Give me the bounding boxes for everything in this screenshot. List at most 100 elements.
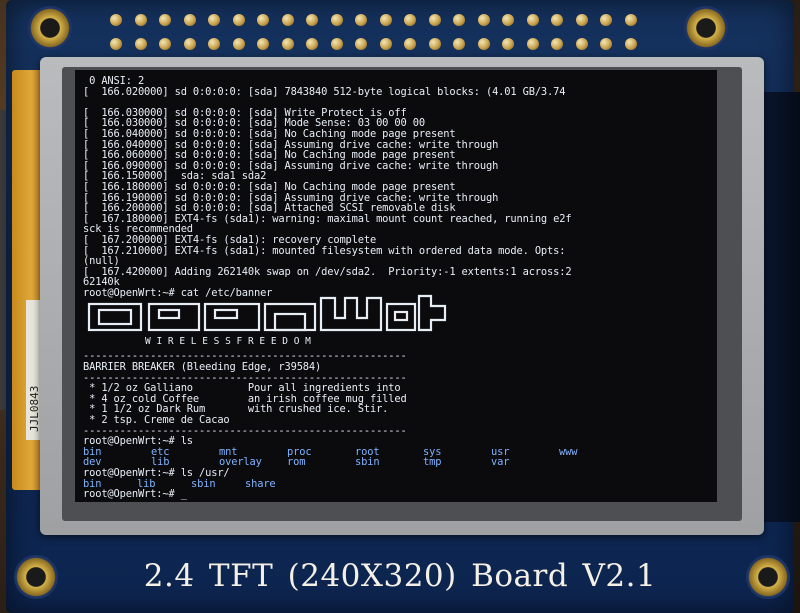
ls-entry: usr (491, 446, 510, 458)
terminal-line: [ 166.030000] sd 0:0:0:0: [sda] Write Pr… (83, 107, 407, 119)
header-pin (232, 14, 245, 26)
header-pin (355, 38, 367, 50)
terminal-line: * 4 oz cold Coffee an irish coffee mug f… (83, 393, 407, 405)
header-pin (379, 38, 392, 50)
header-pin (624, 38, 637, 50)
ls-output-row: bin etc mnt proc root sys usr www (83, 447, 713, 458)
terminal-line: [ 166.060000] sd 0:0:0:0: [sda] No Cachi… (83, 150, 456, 161)
header-pin (379, 14, 392, 26)
header-pin (477, 38, 490, 50)
ls-entry: rom (287, 457, 306, 468)
header-pin (183, 14, 196, 26)
terminal-prompt-active[interactable]: root@OpenWrt:~# _ (83, 489, 713, 500)
header-pin (281, 38, 294, 50)
header-pin (330, 14, 343, 26)
header-pin (600, 38, 612, 50)
ls-entry: dev (83, 457, 102, 468)
ls-entry: overlay (219, 457, 262, 468)
openwrt-banner-logo: W I R E L E S S F R E E D O M (87, 294, 447, 347)
ls-entry: bin (83, 478, 102, 490)
header-pin (477, 14, 490, 26)
header-pin (110, 14, 122, 26)
ls-entry: sys (423, 446, 442, 458)
terminal-line: * 1 1/2 oz Dark Rum with crushed ice. St… (83, 404, 389, 415)
header-pin (428, 14, 441, 26)
terminal-line: [ 166.180000] sd 0:0:0:0: [sda] No Cachi… (83, 181, 456, 193)
header-pin (306, 14, 318, 26)
header-pin (355, 14, 367, 26)
terminal-line: ----------------------------------------… (83, 425, 407, 437)
terminal-line: 62140k (83, 277, 120, 288)
ls-entry: tmp (423, 457, 442, 468)
terminal-line: [ 166.020000] sd 0:0:0:0: [sda] 7843840 … (83, 86, 566, 98)
header-pin (306, 38, 318, 50)
ls-entry: mnt (219, 446, 238, 458)
terminal-line: * 1/2 oz Galliano Pour all ingredients i… (83, 383, 401, 394)
terminal-line: [ 166.150000] sda: sda1 sda2 (83, 171, 267, 182)
header-pin (551, 14, 563, 26)
ls-output-row: dev lib overlay rom sbin tmp var (83, 457, 713, 468)
header-pin (453, 14, 465, 26)
ls-entry: share (245, 478, 276, 490)
header-pin (330, 38, 343, 50)
terminal-line: [ 167.200000] EXT4-fs (sda1): recovery c… (83, 234, 377, 246)
header-pin (404, 14, 416, 26)
header-pin (257, 38, 269, 50)
header-pin (624, 14, 637, 26)
header-pin (526, 38, 539, 50)
terminal-line: root@OpenWrt:~# ls (83, 436, 193, 447)
header-pin (404, 38, 416, 50)
terminal-line: ----------------------------------------… (83, 372, 407, 384)
header-pin (159, 38, 171, 50)
ls-entry: lib (151, 457, 170, 468)
terminal-line: [ 166.090000] sd 0:0:0:0: [sda] Assuming… (83, 160, 499, 172)
ls-entry: root (355, 446, 380, 458)
terminal-line: [ 166.040000] sd 0:0:0:0: [sda] No Cachi… (83, 128, 456, 140)
terminal-line: * 2 tsp. Creme de Cacao (83, 415, 230, 426)
header-pin (134, 38, 147, 50)
header-pin (232, 38, 245, 50)
header-pin (502, 38, 514, 50)
header-pin (428, 38, 441, 50)
header-pin (183, 38, 196, 50)
terminal-line: [ 167.210000] EXT4-fs (sda1): mounted fi… (83, 245, 566, 257)
header-pin (551, 38, 563, 50)
header-pin (600, 14, 612, 26)
terminal-line: (null) (83, 256, 120, 267)
header-pin (208, 38, 220, 50)
header-pin (208, 14, 220, 26)
header-pin (110, 38, 122, 50)
header-pin (575, 38, 588, 50)
ls-entry: etc (151, 446, 170, 458)
terminal-line: [ 167.180000] EXT4-fs (sda1): warning: m… (83, 213, 572, 225)
header-pin (134, 14, 147, 26)
ls-output-row: bin lib sbin share (83, 479, 713, 490)
terminal-line: [ 166.200000] sd 0:0:0:0: [sda] Attached… (83, 203, 456, 214)
terminal-line: [ 166.190000] sd 0:0:0:0: [sda] Assuming… (83, 192, 499, 204)
terminal-line: [ 167.420000] Adding 262140k swap on /de… (83, 266, 572, 278)
board-silkscreen-label: 2.4 TFT (240X320) Board V2.1 (143, 558, 657, 594)
header-pin (575, 14, 588, 26)
banner-subtitle: W I R E L E S S F R E E D O M (145, 336, 311, 347)
terminal-prompt: root@OpenWrt:~# ls /usr/ (83, 467, 230, 479)
ls-entry: proc (287, 446, 312, 458)
terminal-line: 0 ANSI: 2 (83, 76, 145, 87)
header-pin (159, 14, 171, 26)
ls-entry: lib (137, 478, 156, 490)
ls-entry: sbin (355, 457, 380, 468)
header-pin (453, 38, 465, 50)
terminal-output: 0 ANSI: 2[ 166.020000] sd 0:0:0:0: [sda]… (83, 76, 713, 500)
tft-screen: 0 ANSI: 2[ 166.020000] sd 0:0:0:0: [sda]… (75, 70, 717, 502)
header-pin (257, 14, 269, 26)
header-pin (502, 14, 514, 26)
terminal-line: [ 166.040000] sd 0:0:0:0: [sda] Assuming… (83, 139, 499, 151)
ls-entry: bin (83, 446, 102, 458)
ls-entry: www (559, 446, 578, 458)
header-pin (281, 14, 294, 26)
ls-entry: sbin (191, 478, 216, 490)
ls-entry: var (491, 457, 510, 468)
terminal-line: [ 166.030000] sd 0:0:0:0: [sda] Mode Sen… (83, 118, 425, 129)
terminal-line: sck is recommended (83, 224, 193, 235)
mount-hole-top-right (684, 6, 728, 50)
